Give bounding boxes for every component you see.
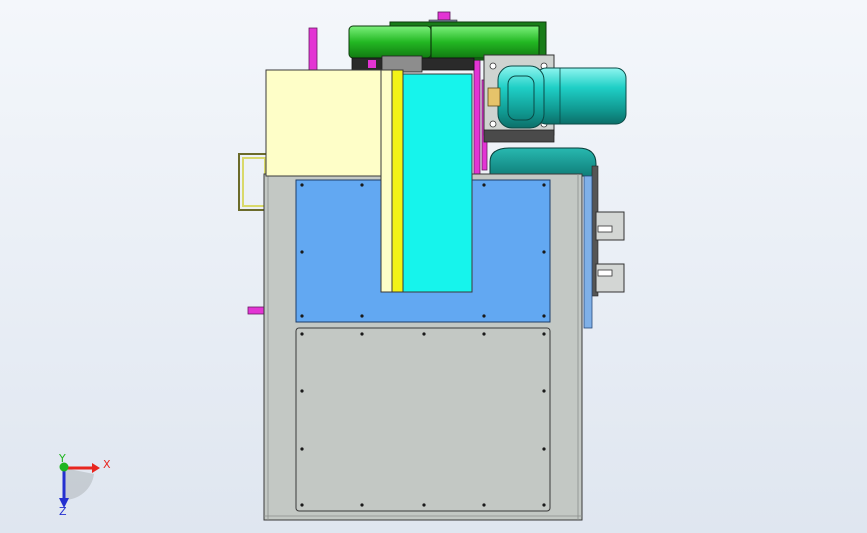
lower-access-panel: [295, 327, 551, 512]
axis-triad: X Y Z: [58, 452, 111, 518]
cyan-block: [402, 73, 473, 293]
axis-label-z: Z: [59, 505, 67, 518]
machine-drawing: X Y Z: [58, 11, 627, 521]
drive-motor: [487, 65, 627, 129]
magenta-rod-right: [473, 54, 481, 176]
left-pin: [247, 306, 267, 315]
green-pulley-housing: [348, 21, 547, 61]
axis-label-x: X: [103, 458, 111, 471]
cad-viewport[interactable]: X Y Z: [0, 0, 867, 533]
right-lug-top: [595, 211, 625, 241]
axis-label-y: Y: [58, 452, 66, 465]
magenta-rod-left: [308, 27, 318, 73]
blue-side-strip: [583, 175, 593, 329]
yellow-bar: [391, 69, 404, 293]
right-lug-bottom: [595, 263, 625, 293]
